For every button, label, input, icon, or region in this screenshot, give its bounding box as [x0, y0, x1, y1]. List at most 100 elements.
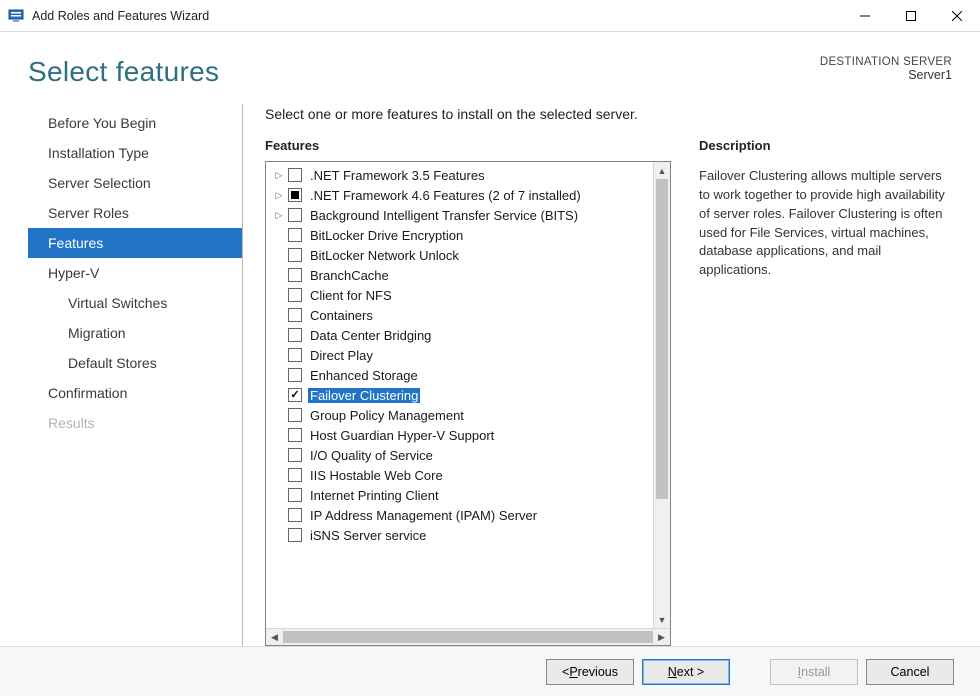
- feature-row[interactable]: Internet Printing Client: [272, 485, 651, 505]
- feature-checkbox[interactable]: [288, 448, 302, 462]
- horizontal-scrollbar-thumb[interactable]: [283, 631, 653, 643]
- feature-label[interactable]: Data Center Bridging: [308, 328, 433, 343]
- vertical-scrollbar-thumb[interactable]: [656, 179, 668, 499]
- description-text: Failover Clustering allows multiple serv…: [699, 167, 952, 280]
- feature-row[interactable]: Host Guardian Hyper-V Support: [272, 425, 651, 445]
- feature-checkbox[interactable]: [288, 528, 302, 542]
- feature-row[interactable]: ▷ .NET Framework 4.6 Features (2 of 7 ins…: [272, 185, 651, 205]
- feature-label[interactable]: IP Address Management (IPAM) Server: [308, 508, 539, 523]
- feature-label[interactable]: Failover Clustering: [308, 388, 420, 403]
- horizontal-scrollbar[interactable]: ◀ ▶: [266, 628, 670, 645]
- next-button-accel: N: [668, 665, 677, 679]
- feature-label[interactable]: BitLocker Network Unlock: [308, 248, 461, 263]
- feature-label[interactable]: Background Intelligent Transfer Service …: [308, 208, 580, 223]
- feature-label[interactable]: .NET Framework 3.5 Features: [308, 168, 487, 183]
- scroll-right-icon[interactable]: ▶: [653, 629, 670, 645]
- feature-row[interactable]: Data Center Bridging: [272, 325, 651, 345]
- feature-checkbox[interactable]: [288, 308, 302, 322]
- feature-label[interactable]: Internet Printing Client: [308, 488, 441, 503]
- feature-row[interactable]: ▷ Background Intelligent Transfer Service…: [272, 205, 651, 225]
- feature-row[interactable]: Enhanced Storage: [272, 365, 651, 385]
- sidebar-item-confirmation[interactable]: Confirmation: [28, 378, 242, 408]
- destination-server-label: DESTINATION SERVER: [820, 56, 952, 68]
- sidebar-item-features[interactable]: Features: [28, 228, 242, 258]
- feature-row[interactable]: IP Address Management (IPAM) Server: [272, 505, 651, 525]
- feature-checkbox[interactable]: [288, 228, 302, 242]
- feature-row[interactable]: Direct Play: [272, 345, 651, 365]
- titlebar: Add Roles and Features Wizard: [0, 0, 980, 32]
- feature-checkbox[interactable]: [288, 288, 302, 302]
- feature-row[interactable]: I/O Quality of Service: [272, 445, 651, 465]
- feature-row[interactable]: ▷ .NET Framework 3.5 Features: [272, 165, 651, 185]
- sidebar-item-hyper-v[interactable]: Hyper-V: [28, 258, 242, 288]
- scroll-up-icon[interactable]: ▲: [654, 162, 670, 179]
- feature-label[interactable]: Host Guardian Hyper-V Support: [308, 428, 496, 443]
- feature-label[interactable]: BranchCache: [308, 268, 391, 283]
- scroll-down-icon[interactable]: ▼: [654, 611, 670, 628]
- feature-label[interactable]: Containers: [308, 308, 375, 323]
- sidebar-item-before-you-begin[interactable]: Before You Begin: [28, 108, 242, 138]
- feature-row[interactable]: Failover Clustering: [272, 385, 651, 405]
- vertical-scrollbar[interactable]: ▲ ▼: [653, 162, 670, 628]
- feature-checkbox[interactable]: [288, 348, 302, 362]
- feature-checkbox[interactable]: [288, 208, 302, 222]
- sidebar-item-migration[interactable]: Migration: [28, 318, 242, 348]
- minimize-button[interactable]: [842, 0, 888, 32]
- feature-checkbox[interactable]: [288, 388, 302, 402]
- feature-checkbox[interactable]: [288, 368, 302, 382]
- expand-icon[interactable]: ▷: [272, 208, 286, 222]
- features-tree: ▷ .NET Framework 3.5 Features ▷ .NET Framew…: [265, 161, 671, 646]
- wizard-sidebar: Before You BeginInstallation TypeServer …: [28, 104, 243, 646]
- sidebar-item-server-selection[interactable]: Server Selection: [28, 168, 242, 198]
- feature-row[interactable]: Containers: [272, 305, 651, 325]
- sidebar-item-default-stores[interactable]: Default Stores: [28, 348, 242, 378]
- feature-row[interactable]: Group Policy Management: [272, 405, 651, 425]
- feature-label[interactable]: Enhanced Storage: [308, 368, 420, 383]
- feature-checkbox[interactable]: [288, 268, 302, 282]
- feature-row[interactable]: BranchCache: [272, 265, 651, 285]
- sidebar-item-installation-type[interactable]: Installation Type: [28, 138, 242, 168]
- feature-checkbox[interactable]: [288, 508, 302, 522]
- previous-button[interactable]: < Previous: [546, 659, 634, 685]
- server-manager-icon: [8, 8, 24, 24]
- feature-label[interactable]: IIS Hostable Web Core: [308, 468, 445, 483]
- next-button[interactable]: Next >: [642, 659, 730, 685]
- footer: < Previous Next > Install Cancel: [0, 646, 980, 696]
- cancel-button-label: Cancel: [891, 665, 930, 679]
- feature-checkbox[interactable]: [288, 168, 302, 182]
- feature-label[interactable]: Client for NFS: [308, 288, 394, 303]
- close-button[interactable]: [934, 0, 980, 32]
- feature-label[interactable]: Direct Play: [308, 348, 375, 363]
- scroll-left-icon[interactable]: ◀: [266, 629, 283, 645]
- expand-icon[interactable]: ▷: [272, 188, 286, 202]
- destination-server-info: DESTINATION SERVER Server1: [820, 56, 952, 88]
- feature-checkbox[interactable]: [288, 488, 302, 502]
- body: Before You BeginInstallation TypeServer …: [0, 96, 980, 646]
- features-section-label: Features: [265, 138, 671, 153]
- feature-checkbox[interactable]: [288, 328, 302, 342]
- next-button-label: ext >: [677, 665, 704, 679]
- sidebar-item-server-roles[interactable]: Server Roles: [28, 198, 242, 228]
- feature-checkbox[interactable]: [288, 408, 302, 422]
- feature-row[interactable]: Client for NFS: [272, 285, 651, 305]
- features-tree-items: ▷ .NET Framework 3.5 Features ▷ .NET Framew…: [266, 162, 653, 628]
- feature-checkbox[interactable]: [288, 468, 302, 482]
- feature-checkbox[interactable]: [288, 428, 302, 442]
- cancel-button[interactable]: Cancel: [866, 659, 954, 685]
- feature-row[interactable]: IIS Hostable Web Core: [272, 465, 651, 485]
- feature-row[interactable]: BitLocker Network Unlock: [272, 245, 651, 265]
- feature-checkbox[interactable]: [288, 188, 302, 202]
- sidebar-item-virtual-switches[interactable]: Virtual Switches: [28, 288, 242, 318]
- expand-icon[interactable]: ▷: [272, 168, 286, 182]
- feature-label[interactable]: I/O Quality of Service: [308, 448, 435, 463]
- maximize-button[interactable]: [888, 0, 934, 32]
- page-header: Select features DESTINATION SERVER Serve…: [0, 32, 980, 96]
- feature-row[interactable]: BitLocker Drive Encryption: [272, 225, 651, 245]
- feature-label[interactable]: BitLocker Drive Encryption: [308, 228, 465, 243]
- install-button-label: nstall: [801, 665, 830, 679]
- feature-checkbox[interactable]: [288, 248, 302, 262]
- feature-label[interactable]: Group Policy Management: [308, 408, 466, 423]
- feature-row[interactable]: iSNS Server service: [272, 525, 651, 545]
- feature-label[interactable]: .NET Framework 4.6 Features (2 of 7 inst…: [308, 188, 583, 203]
- feature-label[interactable]: iSNS Server service: [308, 528, 428, 543]
